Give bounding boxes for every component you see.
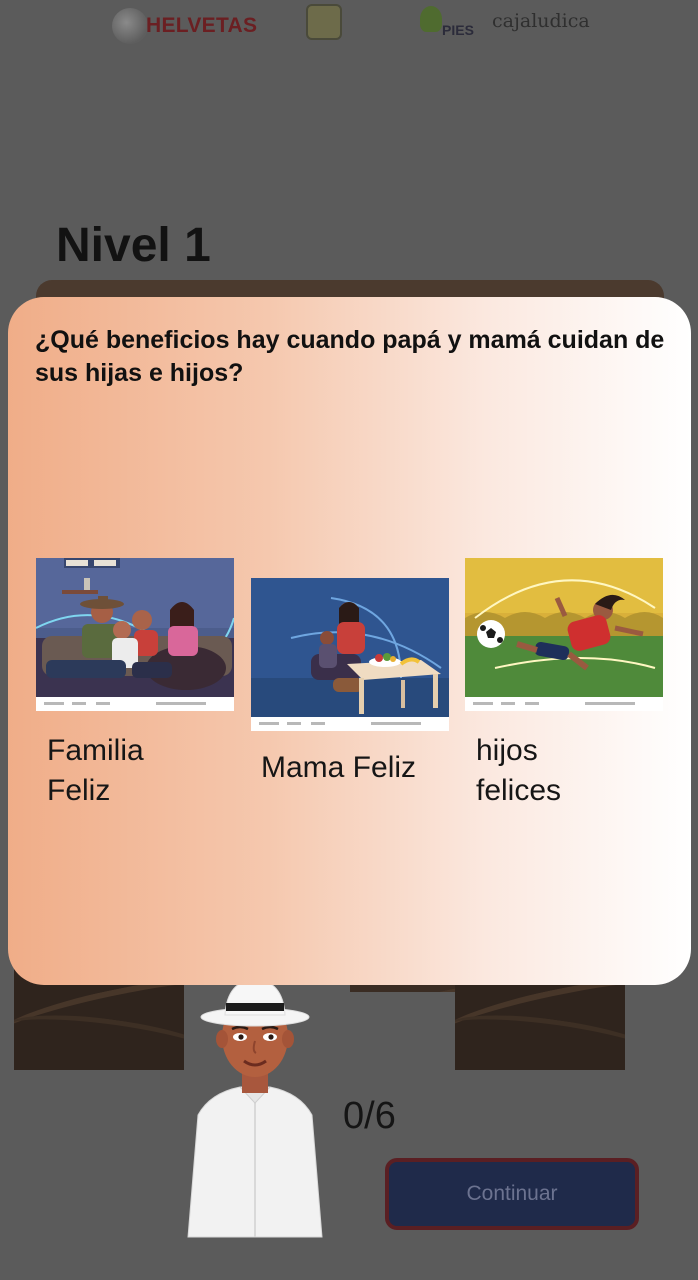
level-title: Nivel 1 [56,219,211,272]
answer-label: Mama Feliz [261,751,417,784]
question-text: ¿Qué beneficios hay cuando papá y mamá c… [35,326,665,387]
answer-option-mama-feliz[interactable]: Mama Feliz [251,578,451,788]
pies-logo: PIES [420,6,480,50]
image-footer-strip [465,697,663,711]
globe-icon [112,8,148,44]
logo-bar: HELVETAS PIES cajaludica [0,0,698,60]
question-modal: ¿Qué beneficios hay cuando papá y mamá c… [8,297,691,985]
partner-emblem-logo [286,2,366,54]
cajaludica-logo: cajaludica [492,10,590,50]
pies-wordmark: PIES [442,22,474,38]
mother-illustration[interactable] [251,578,449,731]
answer-label: Familia Feliz [47,734,144,807]
answer-option-familia-feliz[interactable]: Familia Feliz [36,558,234,811]
helvetas-logo: HELVETAS [112,6,267,48]
score-counter: 0/6 [343,1095,396,1137]
continue-button[interactable]: Continuar [385,1158,639,1230]
image-footer-strip [36,697,234,711]
tree-icon [420,6,442,32]
answer-option-hijos-felices[interactable]: hijos felices [465,558,663,811]
helvetas-wordmark: HELVETAS [146,14,258,37]
family-illustration[interactable] [36,558,234,711]
guide-character [187,978,323,1238]
image-footer-strip [251,717,449,731]
child-soccer-illustration[interactable] [465,558,663,711]
answer-label: hijos felices [476,734,562,807]
cajaludica-wordmark: cajaludica [492,10,590,32]
emblem-icon [306,4,342,40]
